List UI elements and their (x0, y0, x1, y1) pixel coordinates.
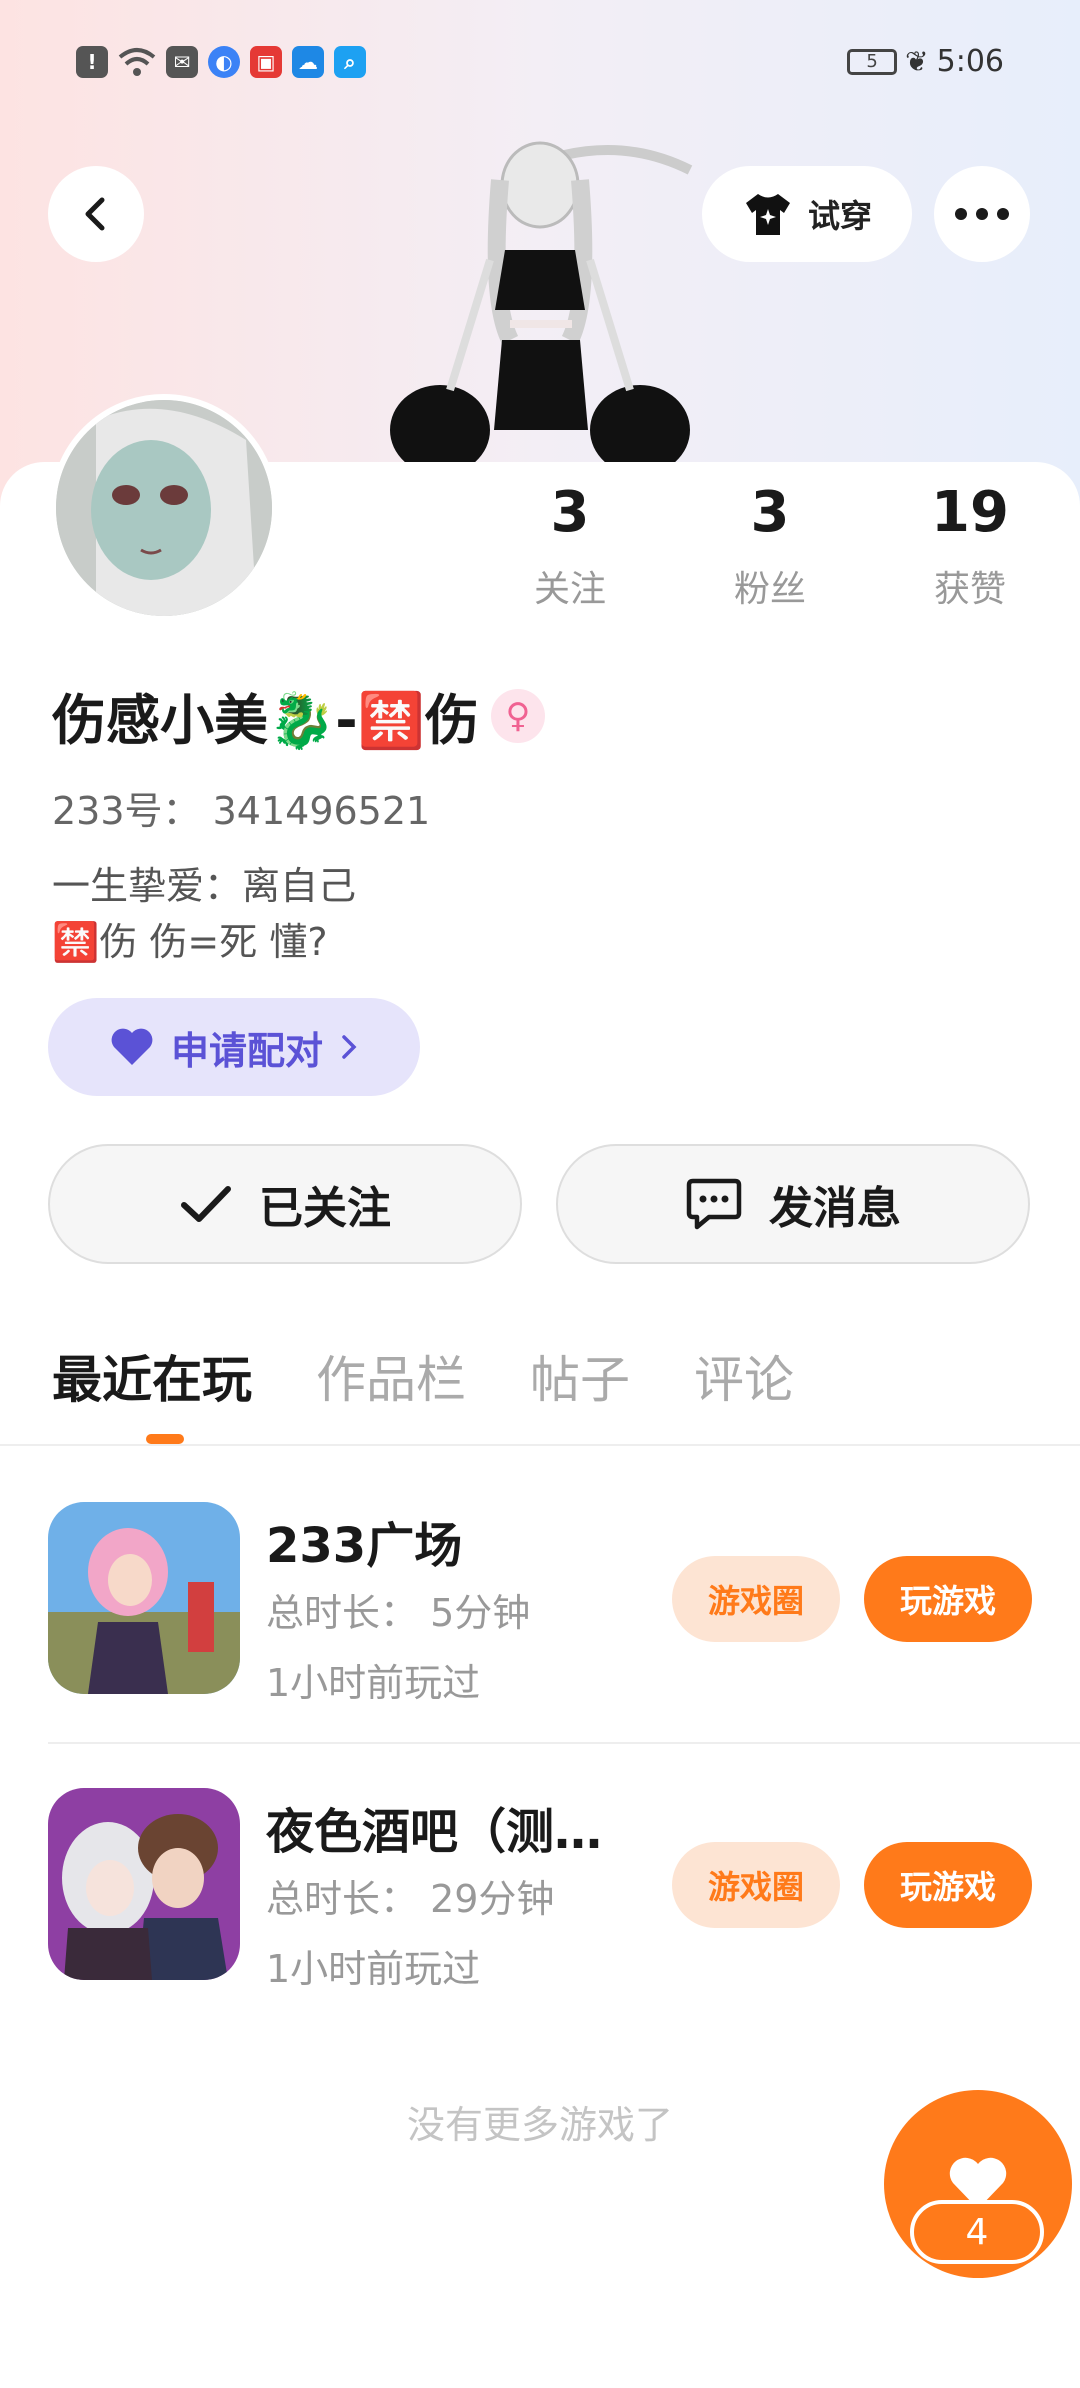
bio-line-2: 🈲伤 伤=死 懂? (52, 920, 328, 964)
wifi-icon (118, 48, 156, 76)
tab-comments[interactable]: 评论 (694, 1340, 794, 1412)
more-icon (955, 208, 1009, 220)
stat-likes[interactable]: 19 获赞 (870, 478, 1070, 612)
game-title: 夜色酒吧（测试版） (266, 1804, 646, 1860)
tab-recently-played[interactable]: 最近在玩 (52, 1340, 252, 1412)
try-on-label: 试穿 (807, 197, 872, 235)
game-circle-button[interactable]: 游戏圈 (672, 1842, 840, 1928)
battery-icon: 5 (847, 48, 898, 75)
more-options-button[interactable] (934, 166, 1030, 262)
followed-button[interactable]: 已关注 (48, 1144, 522, 1264)
tab-posts[interactable]: 帖子 (530, 1340, 630, 1412)
active-tab-indicator (146, 1434, 184, 1444)
check-icon (181, 1186, 231, 1222)
profile-tabs: 最近在玩 作品栏 帖子 评论 (52, 1340, 858, 1412)
bio: 一生挚爱：离自己 🈲伤 伤=死 懂? (52, 858, 356, 970)
game-last-played: 1小时前玩过 (266, 1661, 481, 1705)
pair-label: 申请配对 (170, 1028, 323, 1073)
message-label: 发消息 (769, 1183, 901, 1234)
bio-line-1: 一生挚爱：离自己 (52, 864, 357, 908)
clock: 5:06 (936, 44, 1004, 79)
send-message-button[interactable]: 发消息 (556, 1144, 1030, 1264)
username-row: 伤感小美🐉-🈲伤 ♀ (52, 676, 545, 755)
character-illustration (390, 141, 693, 470)
game-1-image (48, 1502, 240, 1694)
mail-icon: ✉ (166, 46, 198, 78)
message-icon (686, 1178, 742, 1230)
alert-icon: ! (76, 46, 108, 78)
following-label: 关注 (533, 569, 606, 610)
battery-level: 5 (866, 51, 878, 72)
avatar-image (56, 400, 272, 616)
status-right: 5 ❦ 5:06 (847, 44, 1004, 79)
try-on-button[interactable]: 试穿 (702, 166, 912, 262)
heart-icon (111, 1028, 153, 1065)
female-icon: ♀ (490, 688, 545, 743)
likes-label: 获赞 (933, 569, 1006, 610)
apply-pair-button[interactable]: 申请配对 (48, 998, 420, 1096)
game-duration: 总时长： 5分钟 (266, 1591, 531, 1635)
fans-label: 粉丝 (733, 569, 806, 610)
username: 伤感小美🐉-🈲伤 (52, 689, 479, 752)
game-2-image (48, 1788, 240, 1980)
tabs-divider (0, 1444, 1080, 1446)
leaf-icon: ❦ (905, 45, 929, 78)
avatar[interactable] (50, 394, 278, 622)
game-duration: 总时长： 29分钟 (266, 1877, 555, 1921)
play-game-button[interactable]: 玩游戏 (864, 1842, 1032, 1928)
like-count-badge: 4 (910, 2200, 1044, 2264)
game-icon (48, 1788, 240, 1980)
stat-following[interactable]: 3 关注 (470, 478, 670, 612)
followed-label: 已关注 (259, 1183, 391, 1234)
likes-count: 19 (931, 480, 1009, 545)
user-id: 233号： 341496521 (52, 789, 431, 833)
game-circle-button[interactable]: 游戏圈 (672, 1556, 840, 1642)
status-bar: ! ✉ ◐ ▣ ☁ ⌕ 5 ❦ 5:06 (0, 0, 1080, 130)
back-button[interactable] (48, 166, 144, 262)
app-icon: ▣ (250, 46, 282, 78)
game-item[interactable]: 夜色酒吧（测试版） 总时长： 29分钟 1小时前玩过 游戏圈 玩游戏 (0, 1788, 1080, 1991)
game-icon (48, 1502, 240, 1694)
fans-count: 3 (750, 480, 790, 545)
cloud-icon: ☁ (292, 46, 324, 78)
game-item[interactable]: 233广场 总时长： 5分钟 1小时前玩过 游戏圈 玩游戏 (0, 1502, 1080, 1705)
browser-icon: ◐ (208, 46, 240, 78)
chevron-right-icon (342, 1035, 357, 1059)
shirt-icon (745, 194, 790, 235)
game-last-played: 1小时前玩过 (266, 1947, 481, 1991)
profile-stats: 3 关注 3 粉丝 19 获赞 (470, 478, 1070, 612)
following-count: 3 (550, 480, 590, 545)
notification-icons: ! ✉ ◐ ▣ ☁ ⌕ (76, 46, 366, 78)
game-title: 233广场 (266, 1518, 463, 1574)
play-game-button[interactable]: 玩游戏 (864, 1556, 1032, 1642)
list-divider (48, 1742, 1080, 1744)
search-icon: ⌕ (334, 46, 366, 78)
stat-fans[interactable]: 3 粉丝 (670, 478, 870, 612)
back-arrow-icon (85, 197, 105, 231)
tab-works[interactable]: 作品栏 (316, 1340, 466, 1412)
